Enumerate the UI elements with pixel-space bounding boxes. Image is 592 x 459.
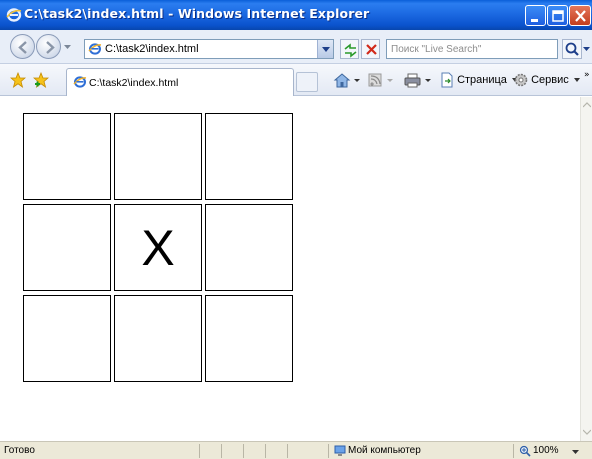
- security-zone-label: Мой компьютер: [348, 445, 421, 456]
- status-divider: [513, 444, 514, 458]
- ie-logo-icon: [6, 8, 22, 22]
- forward-button[interactable]: [36, 34, 61, 59]
- status-divider: [199, 444, 200, 458]
- zoom-level[interactable]: 100%: [533, 445, 559, 456]
- history-dropdown-icon[interactable]: [64, 43, 71, 50]
- home-button[interactable]: [333, 72, 363, 90]
- board-cell[interactable]: [205, 204, 293, 291]
- back-button[interactable]: [10, 34, 35, 59]
- status-divider: [328, 444, 329, 458]
- tools-menu-button[interactable]: Сервис: [514, 72, 582, 90]
- tools-menu-label: Сервис: [531, 73, 569, 86]
- status-divider: [221, 444, 222, 458]
- chevron-down-icon: [573, 78, 580, 82]
- status-divider: [287, 444, 288, 458]
- status-bar: Готово Мой компьютер 100%: [0, 441, 592, 459]
- board-cell[interactable]: [114, 113, 202, 200]
- stop-icon: [366, 44, 377, 55]
- back-arrow-icon: [18, 41, 27, 54]
- feeds-icon: [368, 73, 393, 87]
- status-divider: [243, 444, 244, 458]
- zoom-icon[interactable]: [519, 445, 531, 457]
- page-icon: [441, 72, 453, 88]
- page-content: X: [0, 97, 580, 441]
- stop-button[interactable]: [361, 39, 380, 59]
- home-icon: [333, 73, 360, 88]
- tab-current-page[interactable]: C:\task2\index.html: [66, 68, 294, 96]
- add-favorites-icon[interactable]: [33, 72, 49, 88]
- ie-page-icon: [73, 76, 87, 88]
- print-button[interactable]: [404, 72, 434, 90]
- board-cell[interactable]: [114, 295, 202, 382]
- board-cell[interactable]: X: [114, 204, 202, 291]
- address-field[interactable]: C:\task2\index.html: [84, 39, 334, 59]
- board-cell[interactable]: [205, 295, 293, 382]
- tic-tac-toe-board: X: [23, 113, 293, 385]
- board-cell[interactable]: [23, 295, 111, 382]
- tab-label: C:\task2\index.html: [89, 77, 179, 89]
- ie-window: C:\task2\index.html - Windows Internet E…: [0, 0, 592, 459]
- address-dropdown-button[interactable]: [317, 40, 333, 58]
- forward-arrow-icon: [46, 41, 55, 54]
- status-text: Готово: [4, 445, 35, 456]
- board-cell[interactable]: [23, 204, 111, 291]
- address-toolbar: C:\task2\index.html Поиск "Live Search": [0, 30, 592, 64]
- window-title: C:\task2\index.html - Windows Internet E…: [24, 6, 370, 21]
- search-options-dropdown-icon[interactable]: [583, 46, 590, 52]
- chevron-down-icon[interactable]: [572, 450, 579, 455]
- new-tab-button[interactable]: [296, 72, 318, 92]
- ie-page-icon: [88, 43, 102, 55]
- vertical-scrollbar[interactable]: [580, 97, 592, 441]
- scroll-up-arrow-icon[interactable]: [583, 102, 591, 108]
- search-button[interactable]: [562, 39, 582, 59]
- title-bar[interactable]: C:\task2\index.html - Windows Internet E…: [0, 0, 592, 30]
- close-icon: [575, 10, 586, 22]
- search-icon: [565, 42, 579, 56]
- page-menu-label: Страница: [457, 73, 507, 86]
- search-placeholder: Поиск "Live Search": [391, 44, 482, 55]
- search-input[interactable]: Поиск "Live Search": [386, 39, 558, 59]
- computer-zone-icon: [334, 445, 346, 456]
- favorites-star-icon[interactable]: [10, 72, 26, 88]
- minimize-icon: [531, 19, 538, 22]
- printer-icon: [404, 73, 431, 88]
- maximize-button[interactable]: [547, 5, 568, 26]
- minimize-button[interactable]: [525, 5, 546, 26]
- status-divider: [265, 444, 266, 458]
- chevron-down-icon: [322, 47, 330, 52]
- toolbar-overflow-chevron[interactable]: »: [584, 70, 590, 80]
- scroll-down-arrow-icon[interactable]: [583, 429, 591, 435]
- maximize-icon: [552, 10, 564, 22]
- address-url: C:\task2\index.html: [105, 43, 199, 55]
- board-cell[interactable]: [23, 113, 111, 200]
- refresh-icon: [344, 43, 357, 58]
- board-cell[interactable]: [205, 113, 293, 200]
- refresh-button[interactable]: [340, 39, 359, 59]
- gear-icon: [514, 73, 528, 87]
- page-menu-button[interactable]: Страница: [440, 72, 520, 90]
- feeds-button[interactable]: [368, 72, 396, 90]
- tab-command-bar: C:\task2\index.html Страница Сервис »: [0, 64, 592, 96]
- close-button[interactable]: [569, 5, 591, 26]
